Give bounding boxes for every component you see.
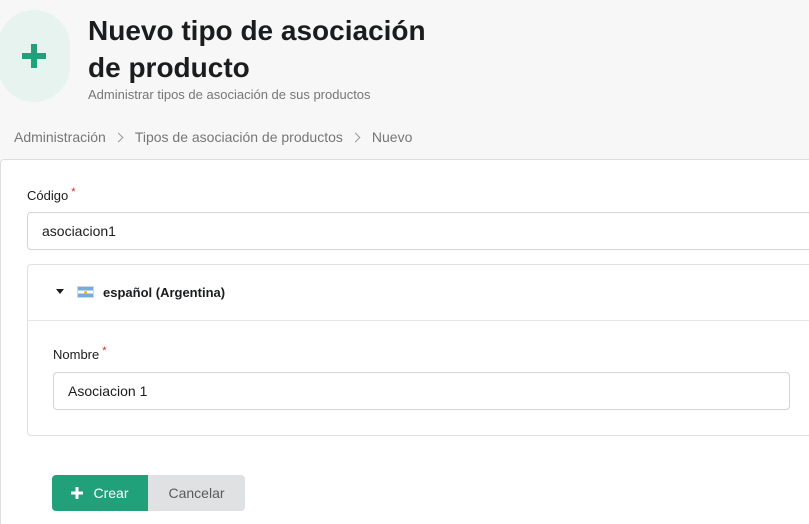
- form-card: Código* español (Argentina) Nombre* Crea…: [0, 159, 809, 524]
- plus-icon: [71, 487, 84, 499]
- required-asterisk: *: [102, 345, 107, 357]
- breadcrumb: Administración Tipos de asociación de pr…: [14, 129, 412, 145]
- required-asterisk: *: [71, 186, 76, 198]
- breadcrumb-administration[interactable]: Administración: [14, 129, 106, 145]
- create-button[interactable]: Crear: [52, 475, 148, 511]
- caret-down-icon[interactable]: [56, 289, 64, 294]
- breadcrumb-association-types[interactable]: Tipos de asociación de productos: [135, 129, 343, 145]
- name-input[interactable]: [53, 372, 790, 410]
- page-subtitle: Administrar tipos de asociación de sus p…: [88, 87, 371, 102]
- code-label: Código *: [27, 186, 76, 203]
- name-label: Nombre *: [53, 345, 107, 362]
- cancel-button[interactable]: Cancelar: [148, 475, 245, 511]
- page-header: Nuevo tipo de asociación de producto Adm…: [0, 0, 809, 120]
- breadcrumb-current: Nuevo: [371, 129, 413, 145]
- cancel-button-label: Cancelar: [168, 485, 225, 501]
- create-button-label: Crear: [93, 485, 129, 501]
- chevron-right-icon: [113, 132, 124, 142]
- code-input[interactable]: [27, 212, 809, 250]
- page-title: Nuevo tipo de asociación de producto: [88, 15, 426, 83]
- plus-icon: [0, 10, 70, 102]
- argentina-flag-icon: [77, 286, 94, 298]
- locale-name: español (Argentina): [103, 285, 226, 300]
- translation-accordion-header[interactable]: español (Argentina): [28, 265, 809, 321]
- translation-panel: español (Argentina) Nombre *: [27, 264, 809, 436]
- chevron-right-icon: [350, 132, 361, 142]
